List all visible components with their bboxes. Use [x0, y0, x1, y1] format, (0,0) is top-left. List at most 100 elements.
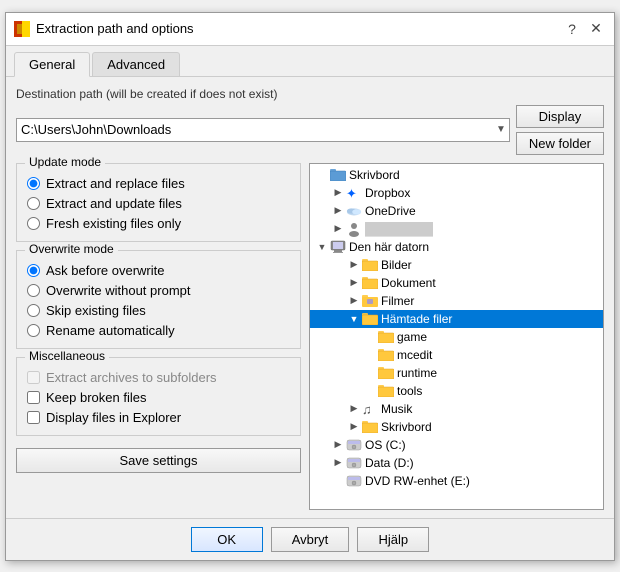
help-button[interactable]: ? [562, 19, 582, 39]
extract-update-radio[interactable] [27, 197, 40, 210]
folder-icon [330, 167, 346, 183]
fresh-existing-radio[interactable] [27, 217, 40, 230]
tree-expander[interactable]: ▶ [330, 203, 346, 219]
folder-icon [346, 437, 362, 453]
close-button[interactable]: ✕ [586, 19, 606, 39]
main-panels: Update mode Extract and replace files Ex… [16, 163, 604, 510]
tree-expander[interactable]: ▶ [330, 455, 346, 471]
folder-icon [346, 473, 362, 489]
tree-item[interactable]: ▼Hämtade filer [310, 310, 603, 328]
left-panel: Update mode Extract and replace files Ex… [16, 163, 301, 510]
ask-before-radio[interactable] [27, 264, 40, 277]
tree-item[interactable]: Skrivbord [310, 166, 603, 184]
tree-expander[interactable]: ▼ [346, 311, 362, 327]
dialog-footer: OK Avbryt Hjälp [6, 518, 614, 560]
svg-text:♫: ♫ [362, 402, 372, 416]
destination-label: Destination path (will be created if doe… [16, 87, 604, 101]
extract-replace-radio[interactable] [27, 177, 40, 190]
tab-general[interactable]: General [14, 52, 90, 77]
extract-subfolders-label[interactable]: Extract archives to subfolders [46, 370, 217, 385]
extract-update-label[interactable]: Extract and update files [46, 196, 182, 211]
tree-item[interactable]: ▶Bilder [310, 256, 603, 274]
tab-advanced[interactable]: Advanced [92, 52, 180, 76]
cancel-button[interactable]: Avbryt [271, 527, 350, 552]
tree-item[interactable]: DVD RW-enhet (E:) [310, 472, 603, 490]
skip-existing-radio[interactable] [27, 304, 40, 317]
radio-overwrite-no-prompt: Overwrite without prompt [27, 283, 290, 298]
overwrite-no-prompt-label[interactable]: Overwrite without prompt [46, 283, 191, 298]
folder-icon [362, 275, 378, 291]
dialog: Extraction path and options ? ✕ General … [5, 12, 615, 561]
folder-icon: ♫ [362, 401, 378, 417]
folder-icon: ✦ [346, 185, 362, 201]
keep-broken-checkbox[interactable] [27, 391, 40, 404]
keep-broken-label[interactable]: Keep broken files [46, 390, 146, 405]
extract-subfolders-checkbox[interactable] [27, 371, 40, 384]
display-explorer-label[interactable]: Display files in Explorer [46, 410, 181, 425]
tree-item[interactable]: ▶OS (C:) [310, 436, 603, 454]
tree-label: DVD RW-enhet (E:) [365, 474, 470, 488]
overwrite-mode-options: Ask before overwrite Overwrite without p… [27, 263, 290, 338]
tree-label: Dropbox [365, 186, 410, 200]
destination-path-input[interactable] [16, 118, 510, 142]
tree-expander[interactable]: ▶ [330, 437, 346, 453]
tree-expander[interactable]: ▶ [346, 401, 362, 417]
tree-expander[interactable]: ▶ [346, 293, 362, 309]
new-folder-button[interactable]: New folder [516, 132, 604, 155]
tree-expander-empty [330, 473, 346, 489]
tree-item[interactable]: ▶Dokument [310, 274, 603, 292]
tree-expander[interactable]: ▶ [346, 257, 362, 273]
title-controls: ? ✕ [562, 19, 606, 39]
display-button[interactable]: Display [516, 105, 604, 128]
update-mode-title: Update mode [25, 155, 105, 169]
tree-label: Den här datorn [349, 240, 429, 254]
tree-item[interactable]: ▶♫ Musik [310, 400, 603, 418]
save-settings-button[interactable]: Save settings [16, 448, 301, 473]
radio-extract-update: Extract and update files [27, 196, 290, 211]
folder-icon [346, 221, 362, 237]
tree-expander[interactable]: ▶ [330, 221, 346, 237]
tree-item[interactable]: ▶Filmer [310, 292, 603, 310]
fresh-existing-label[interactable]: Fresh existing files only [46, 216, 181, 231]
tree-expander-empty [362, 365, 378, 381]
skip-existing-label[interactable]: Skip existing files [46, 303, 146, 318]
rename-auto-label[interactable]: Rename automatically [46, 323, 175, 338]
overwrite-mode-title: Overwrite mode [25, 242, 118, 256]
overwrite-no-prompt-radio[interactable] [27, 284, 40, 297]
miscellaneous-group: Miscellaneous Extract archives to subfol… [16, 357, 301, 436]
tree-item[interactable]: ▼ Den här datorn [310, 238, 603, 256]
tree-label: Musik [381, 402, 412, 416]
tree-item[interactable]: ▶ Skrivbord [310, 418, 603, 436]
tree-item[interactable]: mcedit [310, 346, 603, 364]
tree-label: Skrivbord [349, 168, 400, 182]
rename-auto-radio[interactable] [27, 324, 40, 337]
help-footer-button[interactable]: Hjälp [357, 527, 429, 552]
tree-item[interactable]: ▶Data (D:) [310, 454, 603, 472]
tree-expander[interactable]: ▶ [330, 185, 346, 201]
update-mode-group: Update mode Extract and replace files Ex… [16, 163, 301, 242]
radio-ask-before: Ask before overwrite [27, 263, 290, 278]
tree-container[interactable]: Skrivbord▶✦Dropbox▶OneDrive▶████████▼Den… [310, 164, 603, 509]
ok-button[interactable]: OK [191, 527, 263, 552]
folder-icon [362, 293, 378, 309]
tree-item[interactable]: ▶✦Dropbox [310, 184, 603, 202]
tree-item[interactable]: ▶ ████████ [310, 220, 603, 238]
tree-expander[interactable]: ▶ [346, 275, 362, 291]
folder-icon [378, 329, 394, 345]
tree-item[interactable]: tools [310, 382, 603, 400]
display-explorer-checkbox[interactable] [27, 411, 40, 424]
tree-label: game [397, 330, 427, 344]
tree-item[interactable]: game [310, 328, 603, 346]
dialog-title: Extraction path and options [36, 21, 556, 36]
tree-item[interactable]: runtime [310, 364, 603, 382]
tree-expander[interactable]: ▶ [346, 419, 362, 435]
tree-expander[interactable]: ▼ [314, 239, 330, 255]
tree-item[interactable]: ▶OneDrive [310, 202, 603, 220]
extract-replace-label[interactable]: Extract and replace files [46, 176, 185, 191]
folder-icon [346, 203, 362, 219]
folder-icon [378, 383, 394, 399]
save-btn-row: Save settings [16, 448, 301, 473]
tree-label: ████████ [365, 222, 433, 236]
ask-before-label[interactable]: Ask before overwrite [46, 263, 165, 278]
tree-label: Skrivbord [381, 420, 432, 434]
